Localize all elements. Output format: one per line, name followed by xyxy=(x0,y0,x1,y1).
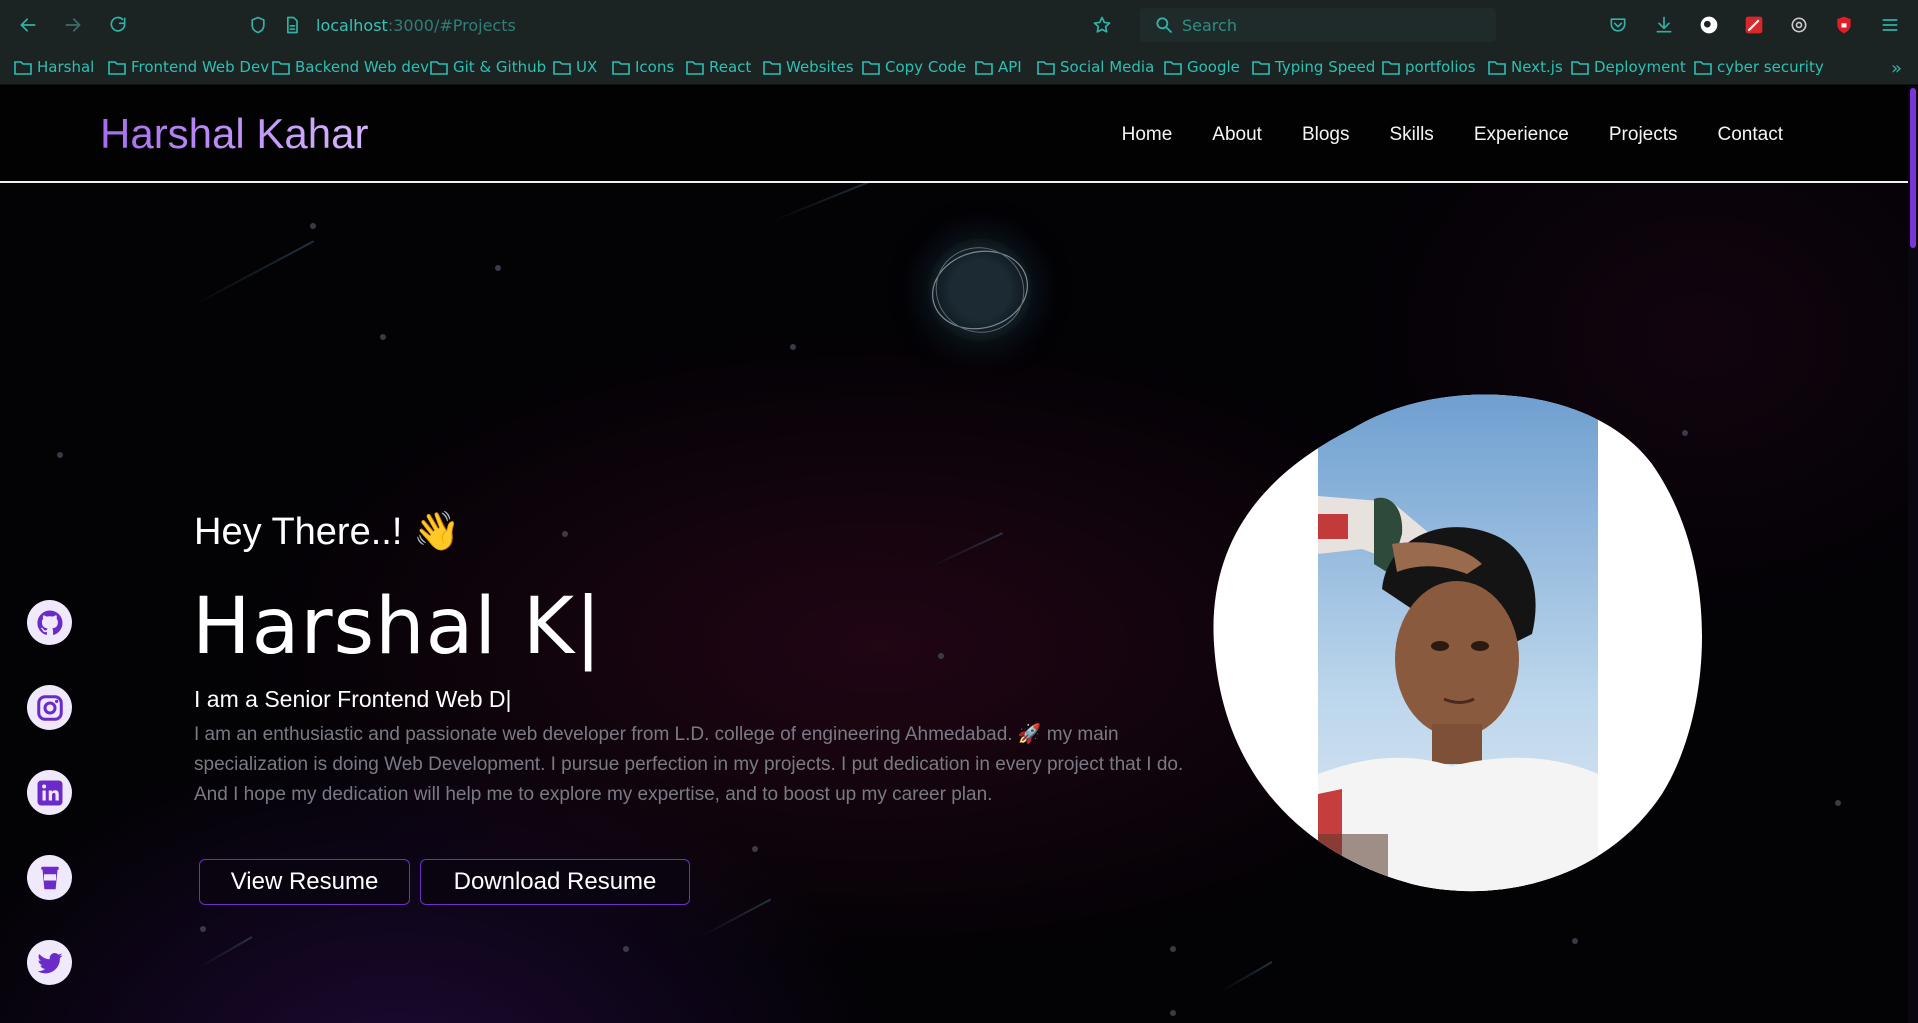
buymeacoffee-link[interactable] xyxy=(27,855,72,900)
profile-photo xyxy=(1212,394,1710,894)
instagram-icon xyxy=(36,694,63,721)
folder-icon xyxy=(1694,60,1712,75)
nav-home[interactable]: Home xyxy=(1122,124,1173,146)
bookmark-folder[interactable]: API xyxy=(975,58,1022,76)
bookmark-folder[interactable]: Frontend Web Dev xyxy=(108,58,269,76)
bookmark-folder[interactable]: Next.js xyxy=(1488,58,1563,76)
download-icon[interactable] xyxy=(1650,11,1678,39)
site-navbar: Harshal Kahar Home About Blogs Skills Ex… xyxy=(0,86,1908,183)
bookmark-folder[interactable]: UX xyxy=(553,58,597,76)
forward-icon[interactable] xyxy=(59,11,87,39)
view-resume-button[interactable]: View Resume xyxy=(199,859,410,905)
bookmark-folder[interactable]: portfolios xyxy=(1382,58,1476,76)
bookmark-folder[interactable]: Social Media xyxy=(1037,58,1154,76)
typed-name: Harshal K| xyxy=(192,582,603,672)
bio-paragraph: I am an enthusiastic and passionate web … xyxy=(194,724,1184,805)
bookmark-folder[interactable]: Deployment xyxy=(1571,58,1686,76)
folder-icon xyxy=(862,60,880,75)
nav-blogs[interactable]: Blogs xyxy=(1302,124,1350,146)
linkedin-link[interactable] xyxy=(27,770,72,815)
folder-icon xyxy=(1488,60,1506,75)
page-info-icon[interactable] xyxy=(278,11,306,39)
linkedin-icon xyxy=(37,780,62,805)
bookmark-folder[interactable]: Harshal xyxy=(14,58,94,76)
typed-role: I am a Senior Frontend Web D| xyxy=(194,686,512,712)
search-box[interactable]: Search xyxy=(1140,8,1496,42)
bookmark-folder[interactable]: Typing Speed xyxy=(1252,58,1375,76)
color-picker-extension-icon[interactable] xyxy=(1740,11,1768,39)
portfolio-page: Harshal Kahar Home About Blogs Skills Ex… xyxy=(0,86,1918,1023)
reload-icon[interactable] xyxy=(104,11,132,39)
folder-icon xyxy=(14,60,32,75)
folder-icon xyxy=(612,60,630,75)
download-resume-button[interactable]: Download Resume xyxy=(420,859,690,905)
glowing-orb xyxy=(928,238,1032,342)
search-icon xyxy=(1154,15,1174,39)
nav-about[interactable]: About xyxy=(1212,124,1262,146)
lock-extension-icon[interactable] xyxy=(1830,11,1858,39)
folder-icon xyxy=(686,60,704,75)
bookmark-folder[interactable]: Git & Github xyxy=(430,58,546,76)
folder-icon xyxy=(1164,60,1182,75)
nav-contact[interactable]: Contact xyxy=(1718,124,1783,146)
nav-skills[interactable]: Skills xyxy=(1389,124,1433,146)
search-placeholder: Search xyxy=(1182,16,1237,35)
twitter-link[interactable] xyxy=(27,940,72,985)
folder-icon xyxy=(763,60,781,75)
url-text: localhost:3000/#Projects xyxy=(316,16,516,35)
bookmark-folder[interactable]: Copy Code xyxy=(862,58,966,76)
menu-icon[interactable] xyxy=(1876,11,1904,39)
brand-logo[interactable]: Harshal Kahar xyxy=(100,110,368,158)
greeting: Hey There..! 👋 xyxy=(194,511,461,553)
bookmark-folder[interactable]: cyber security xyxy=(1694,58,1824,76)
pocket-icon[interactable] xyxy=(1604,11,1632,39)
nav-experience[interactable]: Experience xyxy=(1474,124,1569,146)
bookmark-folder[interactable]: Google xyxy=(1164,58,1240,76)
bookmark-folder[interactable]: React xyxy=(686,58,751,76)
browser-toolbar: localhost:3000/#Projects Search xyxy=(0,0,1918,50)
folder-icon xyxy=(430,60,448,75)
bookmark-star-icon[interactable] xyxy=(1088,11,1116,39)
wave-emoji: 👋 xyxy=(412,511,461,553)
nav-links: Home About Blogs Skills Experience Proje… xyxy=(1122,124,1783,146)
instagram-link[interactable] xyxy=(27,685,72,730)
folder-icon xyxy=(1571,60,1589,75)
folder-icon xyxy=(1037,60,1055,75)
folder-icon xyxy=(975,60,993,75)
nav-projects[interactable]: Projects xyxy=(1609,124,1678,146)
folder-icon xyxy=(108,60,126,75)
scrollbar-thumb[interactable] xyxy=(1910,88,1916,248)
folder-icon xyxy=(1382,60,1400,75)
bookmarks-bar: Harshal Frontend Web Dev Backend Web dev… xyxy=(0,50,1918,85)
twitter-icon xyxy=(37,952,62,973)
address-bar[interactable]: localhost:3000/#Projects xyxy=(236,8,1111,42)
folder-icon xyxy=(272,60,290,75)
github-icon xyxy=(36,609,62,635)
bookmark-folder[interactable]: Icons xyxy=(612,58,674,76)
gear-extension-icon[interactable] xyxy=(1785,11,1813,39)
extension-avatar-icon[interactable] xyxy=(1695,11,1723,39)
buymeacoffee-icon xyxy=(40,866,59,889)
github-link[interactable] xyxy=(27,600,72,645)
shield-icon[interactable] xyxy=(244,11,272,39)
bookmark-folder[interactable]: Websites xyxy=(763,58,854,76)
folder-icon xyxy=(553,60,571,75)
chevron-double-right-icon[interactable]: » xyxy=(1891,58,1902,79)
bookmark-folder[interactable]: Backend Web dev xyxy=(272,58,429,76)
folder-icon xyxy=(1252,60,1270,75)
back-icon[interactable] xyxy=(14,11,42,39)
